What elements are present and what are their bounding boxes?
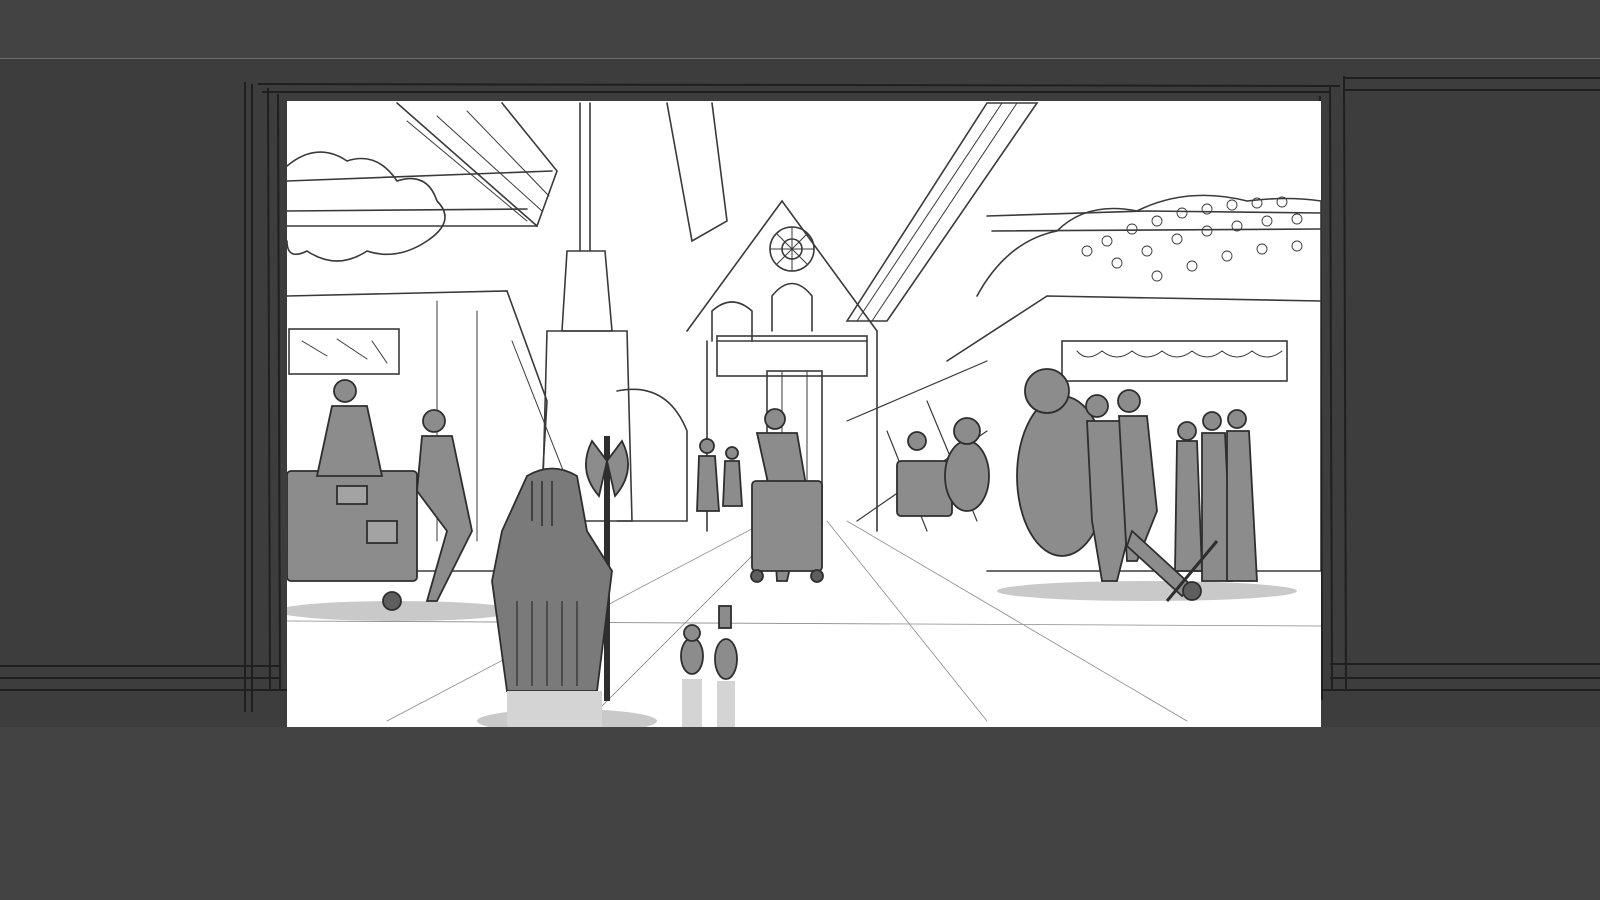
characters: [287, 368, 1258, 701]
overhead-arm: [666, 102, 728, 243]
gable: [686, 199, 878, 332]
tower: [561, 250, 613, 332]
storyboard-sketch: [287, 102, 1321, 727]
foliage-left: [287, 151, 446, 262]
porter-head: [333, 379, 357, 403]
bottom-band: [0, 727, 1600, 900]
ground-shadows: [287, 581, 1297, 727]
sketch-panel: [287, 101, 1321, 727]
creature-2: [714, 638, 738, 680]
arched-window: [771, 282, 813, 332]
overhead-beam-right: [845, 102, 1039, 322]
creature-1: [680, 637, 704, 675]
cart-center: [751, 480, 823, 572]
